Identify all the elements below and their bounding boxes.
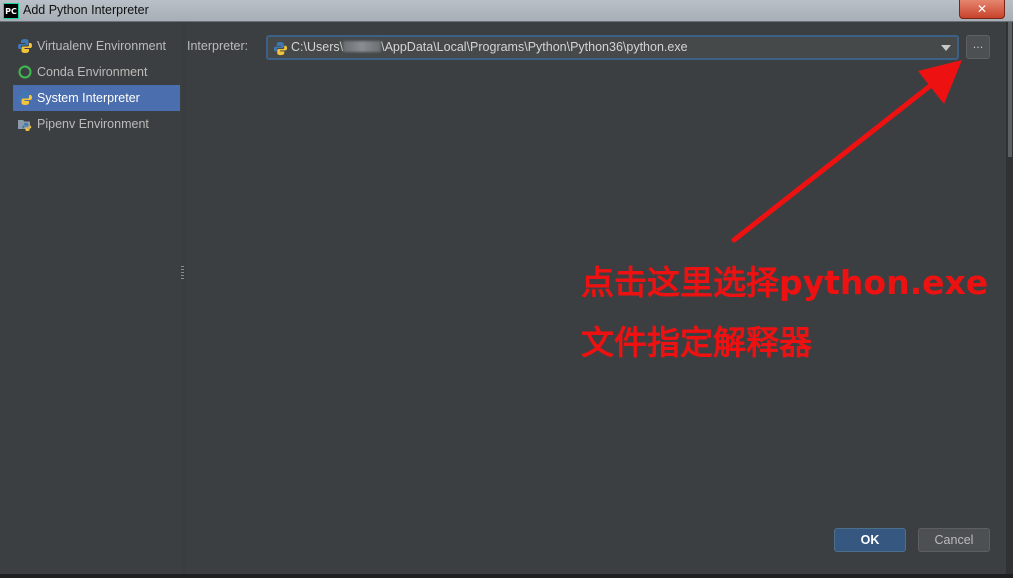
sidebar-item-system-interpreter[interactable]: System Interpreter (13, 85, 180, 111)
sidebar-item-pipenv[interactable]: Pipenv Environment (13, 111, 180, 137)
python-icon (18, 91, 32, 105)
pane-splitter-handle[interactable] (181, 266, 184, 280)
interpreter-path-value: C:\Users\ \AppData\Local\Programs\Python\… (291, 40, 688, 54)
window-bottom-edge (0, 574, 1013, 578)
conda-ring-icon (18, 65, 32, 79)
pycharm-app-icon: PC (3, 3, 19, 19)
redacted-username (343, 41, 382, 52)
browse-button[interactable]: ... (966, 35, 990, 59)
sidebar-item-label: Conda Environment (37, 65, 148, 79)
sidebar-item-virtualenv[interactable]: Virtualenv Environment (13, 33, 180, 59)
window-title-bar: PC Add Python Interpreter ✕ (0, 0, 1013, 22)
python-icon (273, 41, 288, 56)
window-close-button[interactable]: ✕ (959, 0, 1005, 19)
interpreter-label: Interpreter: (187, 39, 249, 53)
interpreter-path-combobox[interactable]: C:\Users\ \AppData\Local\Programs\Python\… (266, 35, 959, 60)
cancel-button[interactable]: Cancel (918, 528, 990, 552)
annotation-text-line-1: 点击这里选择python.exe (581, 263, 989, 302)
path-prefix: C:\Users\ (291, 40, 344, 54)
path-suffix: \AppData\Local\Programs\Python\Python36\… (381, 40, 688, 54)
annotation-text-line-2: 文件指定解释器 (581, 323, 812, 362)
chevron-down-icon[interactable] (941, 45, 951, 51)
environment-type-list: Virtualenv Environment Conda Environment… (0, 22, 182, 578)
python-icon (18, 39, 32, 53)
window-title: Add Python Interpreter (23, 3, 149, 17)
scrollbar-thumb[interactable] (1008, 22, 1012, 157)
sidebar-item-label: System Interpreter (37, 91, 140, 105)
pipenv-folder-icon (18, 120, 32, 131)
sidebar-item-conda[interactable]: Conda Environment (13, 59, 180, 85)
sidebar-item-label: Virtualenv Environment (37, 39, 167, 53)
ok-button[interactable]: OK (834, 528, 906, 552)
sidebar-item-label: Pipenv Environment (37, 117, 149, 131)
